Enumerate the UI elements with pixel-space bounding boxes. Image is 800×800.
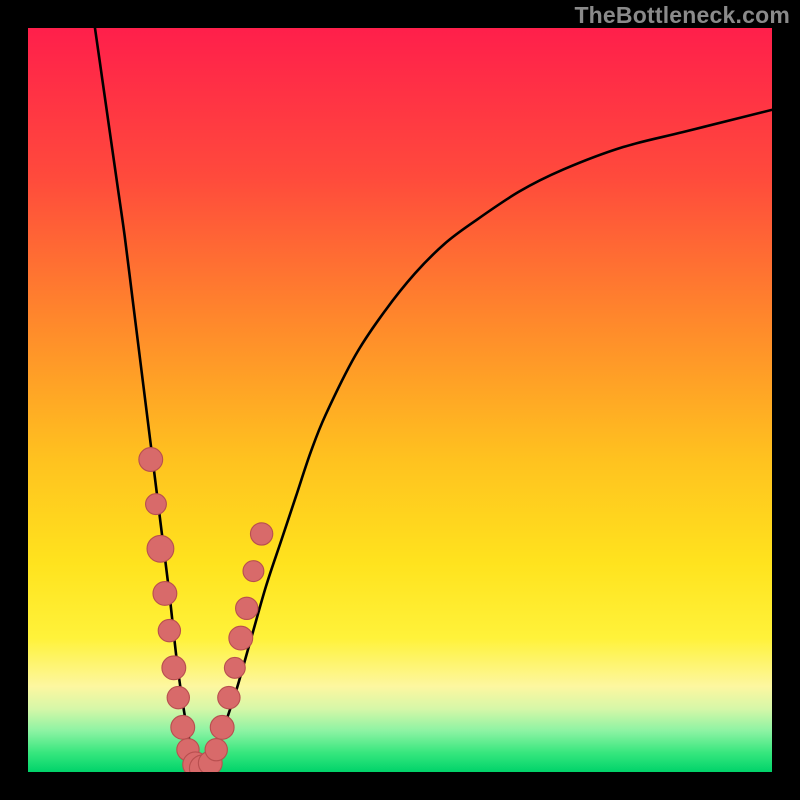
- curve-marker: [224, 657, 245, 678]
- plot-area: [28, 28, 772, 772]
- curve-marker: [236, 597, 258, 619]
- curve-marker: [146, 494, 167, 515]
- curve-marker: [243, 561, 264, 582]
- curve-marker: [147, 535, 174, 562]
- marker-group: [139, 448, 273, 772]
- curve-layer: [28, 28, 772, 772]
- bottleneck-curve: [95, 28, 772, 770]
- curve-marker: [153, 582, 177, 606]
- curve-marker: [171, 715, 195, 739]
- curve-marker: [229, 626, 253, 650]
- curve-marker: [139, 448, 163, 472]
- chart-frame: TheBottleneck.com: [0, 0, 800, 800]
- curve-marker: [218, 686, 240, 708]
- curve-marker: [167, 686, 189, 708]
- curve-marker: [158, 619, 180, 641]
- curve-marker: [250, 523, 272, 545]
- curve-marker: [210, 715, 234, 739]
- curve-marker: [162, 656, 186, 680]
- watermark: TheBottleneck.com: [574, 2, 790, 29]
- curve-marker: [205, 739, 227, 761]
